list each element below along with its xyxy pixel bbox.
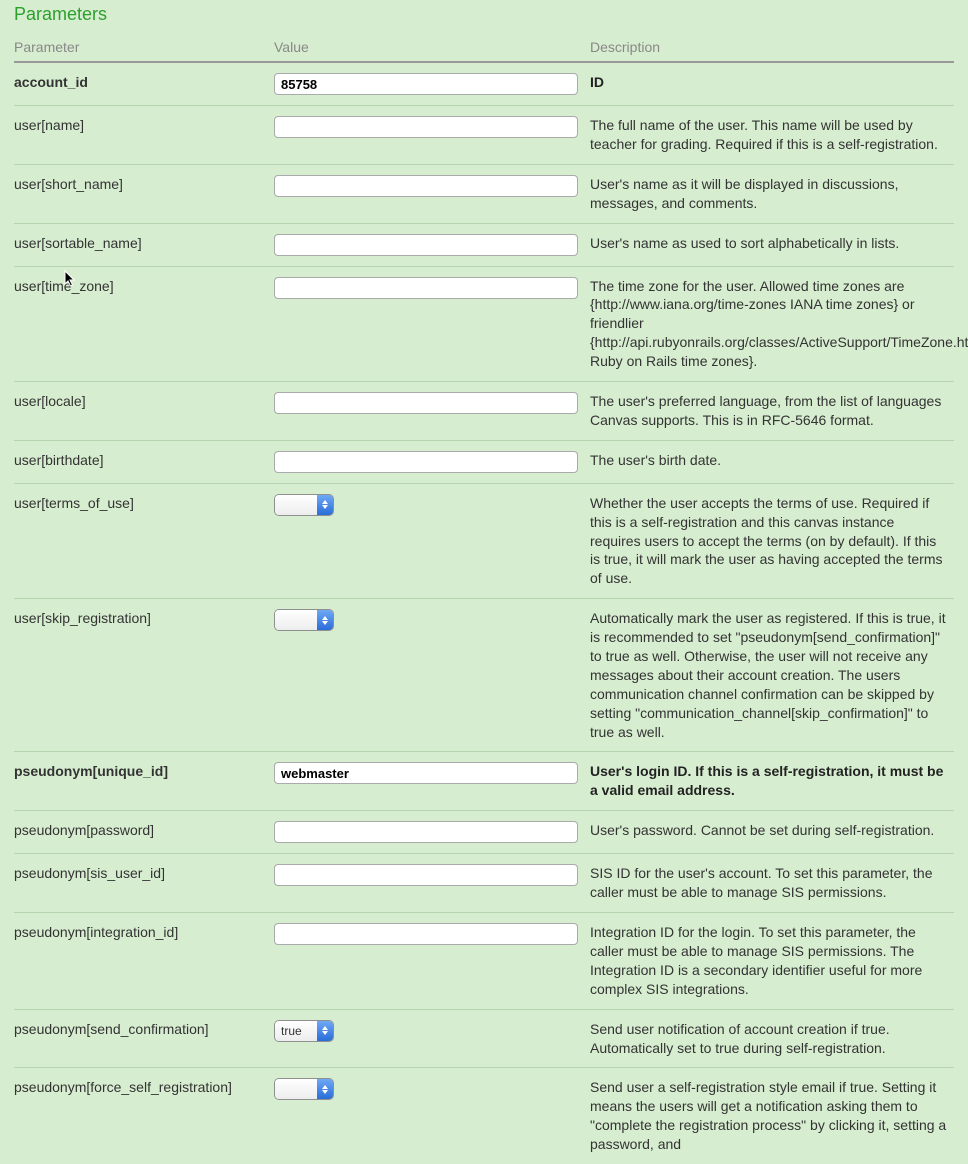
- parameter-name: account_id: [14, 62, 274, 106]
- table-row: user[locale] The user's preferred languag…: [14, 382, 954, 441]
- select-value: true: [275, 1021, 317, 1041]
- select-value: [275, 1079, 317, 1099]
- parameters-table: Parameter Value Description account_id ID…: [14, 33, 954, 1164]
- parameter-input[interactable]: [274, 821, 578, 843]
- parameter-value-cell: [274, 483, 590, 598]
- parameter-value-cell: [274, 164, 590, 223]
- parameter-input[interactable]: [274, 451, 578, 473]
- parameter-value-cell: [274, 106, 590, 165]
- chevron-updown-icon: [317, 610, 333, 630]
- parameter-select[interactable]: [274, 1078, 334, 1100]
- table-row: account_id ID: [14, 62, 954, 106]
- parameter-input[interactable]: [274, 864, 578, 886]
- select-value: [275, 610, 317, 630]
- table-row: user[sortable_name] User's name as used t…: [14, 223, 954, 266]
- parameter-value-cell: [274, 382, 590, 441]
- parameter-value-cell: [274, 62, 590, 106]
- parameter-description: Whether the user accepts the terms of us…: [590, 483, 954, 598]
- table-row: pseudonym[force_self_registration] Send …: [14, 1068, 954, 1164]
- parameter-description: The user's preferred language, from the …: [590, 382, 954, 441]
- parameter-description: ID: [590, 62, 954, 106]
- table-row: user[skip_registration] Automatically ma…: [14, 599, 954, 752]
- parameter-name: pseudonym[integration_id]: [14, 913, 274, 1010]
- parameter-description: User's name as it will be displayed in d…: [590, 164, 954, 223]
- parameter-description: User's name as used to sort alphabetical…: [590, 223, 954, 266]
- chevron-updown-icon: [317, 1021, 333, 1041]
- parameter-input[interactable]: [274, 923, 578, 945]
- parameter-value-cell: [274, 599, 590, 752]
- parameter-name: pseudonym[password]: [14, 811, 274, 854]
- table-row: pseudonym[integration_id] Integration ID …: [14, 913, 954, 1010]
- parameter-name: pseudonym[send_confirmation]: [14, 1009, 274, 1068]
- parameter-input[interactable]: [274, 762, 578, 784]
- parameter-name: user[skip_registration]: [14, 599, 274, 752]
- parameter-name: user[time_zone]: [14, 266, 274, 381]
- parameter-description: Send user a self-registration style emai…: [590, 1068, 954, 1164]
- parameter-value-cell: [274, 854, 590, 913]
- parameter-description: SIS ID for the user's account. To set th…: [590, 854, 954, 913]
- table-row: user[birthdate] The user's birth date.: [14, 440, 954, 483]
- table-row: pseudonym[unique_id] User's login ID. If …: [14, 752, 954, 811]
- parameter-input[interactable]: [274, 277, 578, 299]
- parameter-select[interactable]: [274, 494, 334, 516]
- chevron-updown-icon: [317, 1079, 333, 1099]
- header-parameter: Parameter: [14, 33, 274, 62]
- parameter-input[interactable]: [274, 116, 578, 138]
- parameter-description: User's login ID. If this is a self-regis…: [590, 752, 954, 811]
- table-row: pseudonym[send_confirmation]true Send use…: [14, 1009, 954, 1068]
- table-row: pseudonym[password] User's password. Cann…: [14, 811, 954, 854]
- parameter-name: user[birthdate]: [14, 440, 274, 483]
- parameter-description: User's password. Cannot be set during se…: [590, 811, 954, 854]
- select-value: [275, 495, 317, 515]
- parameter-value-cell: [274, 811, 590, 854]
- parameter-name: user[locale]: [14, 382, 274, 441]
- parameter-input[interactable]: [274, 392, 578, 414]
- parameter-name: user[terms_of_use]: [14, 483, 274, 598]
- parameter-description: The full name of the user. This name wil…: [590, 106, 954, 165]
- parameter-description: The user's birth date.: [590, 440, 954, 483]
- parameter-value-cell: [274, 223, 590, 266]
- parameter-name: user[short_name]: [14, 164, 274, 223]
- parameter-description: The time zone for the user. Allowed time…: [590, 266, 954, 381]
- parameter-name: user[name]: [14, 106, 274, 165]
- parameter-input[interactable]: [274, 175, 578, 197]
- parameter-value-cell: [274, 440, 590, 483]
- parameter-select[interactable]: [274, 609, 334, 631]
- parameter-value-cell: true: [274, 1009, 590, 1068]
- table-row: pseudonym[sis_user_id] SIS ID for the use…: [14, 854, 954, 913]
- table-row: user[name] The full name of the user. Thi…: [14, 106, 954, 165]
- page-title: Parameters: [14, 4, 954, 25]
- table-row: user[short_name] User's name as it will b…: [14, 164, 954, 223]
- header-description: Description: [590, 33, 954, 62]
- parameter-name: pseudonym[force_self_registration]: [14, 1068, 274, 1164]
- table-row: user[terms_of_use] Whether the user acce…: [14, 483, 954, 598]
- parameter-input[interactable]: [274, 234, 578, 256]
- parameter-input[interactable]: [274, 73, 578, 95]
- chevron-updown-icon: [317, 495, 333, 515]
- parameter-select[interactable]: true: [274, 1020, 334, 1042]
- parameter-name: user[sortable_name]: [14, 223, 274, 266]
- parameter-description: Send user notification of account creati…: [590, 1009, 954, 1068]
- parameter-value-cell: [274, 752, 590, 811]
- header-value: Value: [274, 33, 590, 62]
- table-row: user[time_zone] The time zone for the use…: [14, 266, 954, 381]
- parameter-description: Automatically mark the user as registere…: [590, 599, 954, 752]
- parameter-description: Integration ID for the login. To set thi…: [590, 913, 954, 1010]
- parameter-value-cell: [274, 913, 590, 1010]
- parameter-name: pseudonym[unique_id]: [14, 752, 274, 811]
- parameter-value-cell: [274, 266, 590, 381]
- parameter-name: pseudonym[sis_user_id]: [14, 854, 274, 913]
- parameter-value-cell: [274, 1068, 590, 1164]
